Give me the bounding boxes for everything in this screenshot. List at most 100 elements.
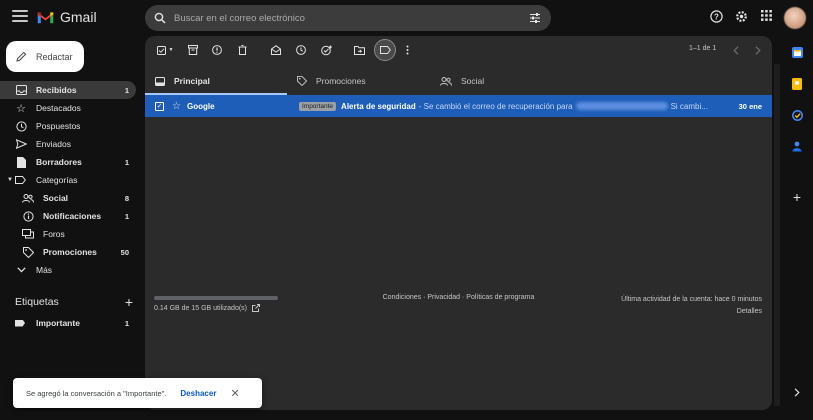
caret-down-icon[interactable]: ▼ [7, 177, 13, 183]
caret-down-icon[interactable]: ▼ [169, 47, 174, 53]
delete-trash-icon[interactable] [235, 43, 249, 57]
sidebar-item-label: Foros [43, 229, 65, 239]
apps-grid-icon[interactable] [761, 10, 772, 21]
mail-toolbar: ▼ 1–1 de 1 [145, 36, 772, 64]
more-vert-icon[interactable] [400, 43, 414, 57]
archive-icon[interactable] [186, 43, 200, 57]
sidebar-item-more[interactable]: Más [0, 261, 136, 279]
add-label-icon[interactable]: + [125, 295, 133, 309]
snooze-clock-icon[interactable] [294, 43, 308, 57]
sidebar-item-label: Más [36, 265, 53, 275]
sidebar-item-label: Recibidos [36, 85, 77, 95]
contacts-icon[interactable] [791, 140, 803, 152]
email-row[interactable]: ✓ ☆ Google Importante Alerta de segurida… [145, 95, 772, 117]
labels-heading: Etiquetas + [15, 295, 133, 309]
close-icon[interactable]: ✕ [230, 387, 239, 400]
main-menu-icon[interactable] [12, 10, 28, 24]
report-spam-icon[interactable] [210, 43, 224, 57]
svg-text:?: ? [714, 12, 719, 21]
sidebar-item-promotions[interactable]: Promociones 50 [0, 243, 136, 261]
sidebar-item-inbox[interactable]: Recibidos 1 [0, 81, 136, 99]
email-date: 30 ene [738, 101, 762, 111]
tab-promotions[interactable]: Promociones [297, 67, 366, 95]
sidebar-item-label: Notificaciones [43, 211, 102, 221]
send-icon [15, 138, 27, 150]
gmail-m-icon [37, 12, 54, 24]
important-badge[interactable]: Importante [298, 101, 337, 111]
storage-text: 0.14 GB de 15 GB utilizado(s) [154, 304, 247, 312]
sidebar-item-label: Promociones [43, 247, 97, 257]
label-outline-icon [15, 174, 27, 186]
search-input[interactable] [174, 12, 529, 24]
tab-social[interactable]: Social [440, 67, 484, 95]
snackbar-toast: Se agregó la conversación a "Importante"… [13, 378, 262, 408]
info-icon [22, 210, 34, 222]
sidebar-item-drafts[interactable]: Borradores 1 [0, 153, 136, 171]
gmail-wordmark: Gmail [60, 9, 97, 25]
tasks-icon[interactable] [791, 109, 803, 121]
email-subject: Alerta de seguridad [341, 101, 416, 111]
details-link[interactable]: Detalles [621, 306, 762, 318]
labels-icon[interactable] [374, 39, 396, 61]
mark-as-read-icon[interactable] [269, 43, 283, 57]
move-to-folder-icon[interactable] [352, 43, 366, 57]
email-snippet: - Se cambió el correo de recuperación pa… [419, 102, 708, 111]
sidebar-item-social[interactable]: Social 8 [0, 189, 136, 207]
chat-bubble-icon [22, 228, 34, 240]
sidebar-item-updates[interactable]: Notificaciones 1 [0, 207, 136, 225]
redacted-email [575, 102, 668, 111]
search-options-icon[interactable] [529, 12, 541, 24]
compose-button[interactable]: Redactar [6, 41, 84, 72]
draft-file-icon [15, 156, 27, 168]
sidebar-item-forums[interactable]: Foros [0, 225, 136, 243]
row-checkbox[interactable]: ✓ [155, 101, 164, 111]
sidebar-label-important[interactable]: Importante 1 [15, 317, 136, 329]
sidebar-item-categories[interactable]: ▼ Categorías [0, 171, 136, 189]
pagination-text: 1–1 de 1 [689, 45, 717, 52]
snippet-start: - Se cambió el correo de recuperación pa… [418, 101, 573, 111]
unread-count: 8 [124, 193, 129, 203]
top-bar: Gmail ? [0, 0, 813, 36]
account-avatar[interactable] [784, 7, 806, 29]
calendar-icon[interactable] [791, 46, 803, 58]
gmail-logo[interactable]: Gmail [36, 9, 97, 25]
add-to-tasks-icon[interactable] [319, 43, 333, 57]
prev-page-icon[interactable] [729, 43, 743, 57]
search-icon[interactable] [154, 12, 166, 24]
gmail-app: Gmail ? Redactar [0, 0, 813, 420]
unread-count: 1 [124, 157, 129, 167]
sidebar-item-snoozed[interactable]: Pospuestos [0, 117, 136, 135]
settings-gear-icon[interactable] [735, 10, 748, 23]
scrollbar[interactable] [774, 64, 780, 406]
category-tabs: Principal Promociones Social [145, 67, 772, 95]
pencil-icon [16, 51, 27, 62]
label-icon [15, 319, 25, 327]
select-all-checkbox[interactable]: ▼ [154, 43, 176, 57]
sidebar-item-label: Categorías [35, 175, 78, 185]
labels-title: Etiquetas [15, 296, 59, 308]
tag-icon [297, 76, 307, 86]
side-panel-rail: + [782, 36, 813, 420]
undo-button[interactable]: Deshacer [180, 389, 216, 398]
label-name: Importante [36, 318, 80, 328]
email-sender: Google [186, 101, 215, 111]
tab-primary[interactable]: Principal [155, 67, 297, 95]
sidebar-item-sent[interactable]: Enviados [0, 135, 136, 153]
hide-side-panel-icon[interactable] [791, 386, 803, 398]
storage-info: 0.14 GB de 15 GB utilizado(s) [154, 304, 260, 312]
next-page-icon[interactable] [751, 43, 765, 57]
sidebar-item-label: Pospuestos [36, 121, 81, 131]
label-count: 1 [124, 318, 129, 328]
get-addons-icon[interactable]: + [791, 189, 803, 205]
tab-label: Promociones [316, 76, 366, 86]
keep-icon[interactable] [791, 78, 803, 90]
people-icon [22, 192, 34, 204]
search-bar[interactable] [145, 5, 551, 31]
chevron-down-icon [15, 264, 27, 276]
sidebar-item-starred[interactable]: ☆ Destacados [0, 99, 136, 117]
open-external-icon[interactable] [252, 304, 260, 312]
help-icon[interactable]: ? [710, 10, 723, 23]
star-icon[interactable]: ☆ [172, 101, 181, 112]
unread-count: 1 [124, 85, 129, 95]
sidebar-item-label: Social [43, 193, 69, 203]
